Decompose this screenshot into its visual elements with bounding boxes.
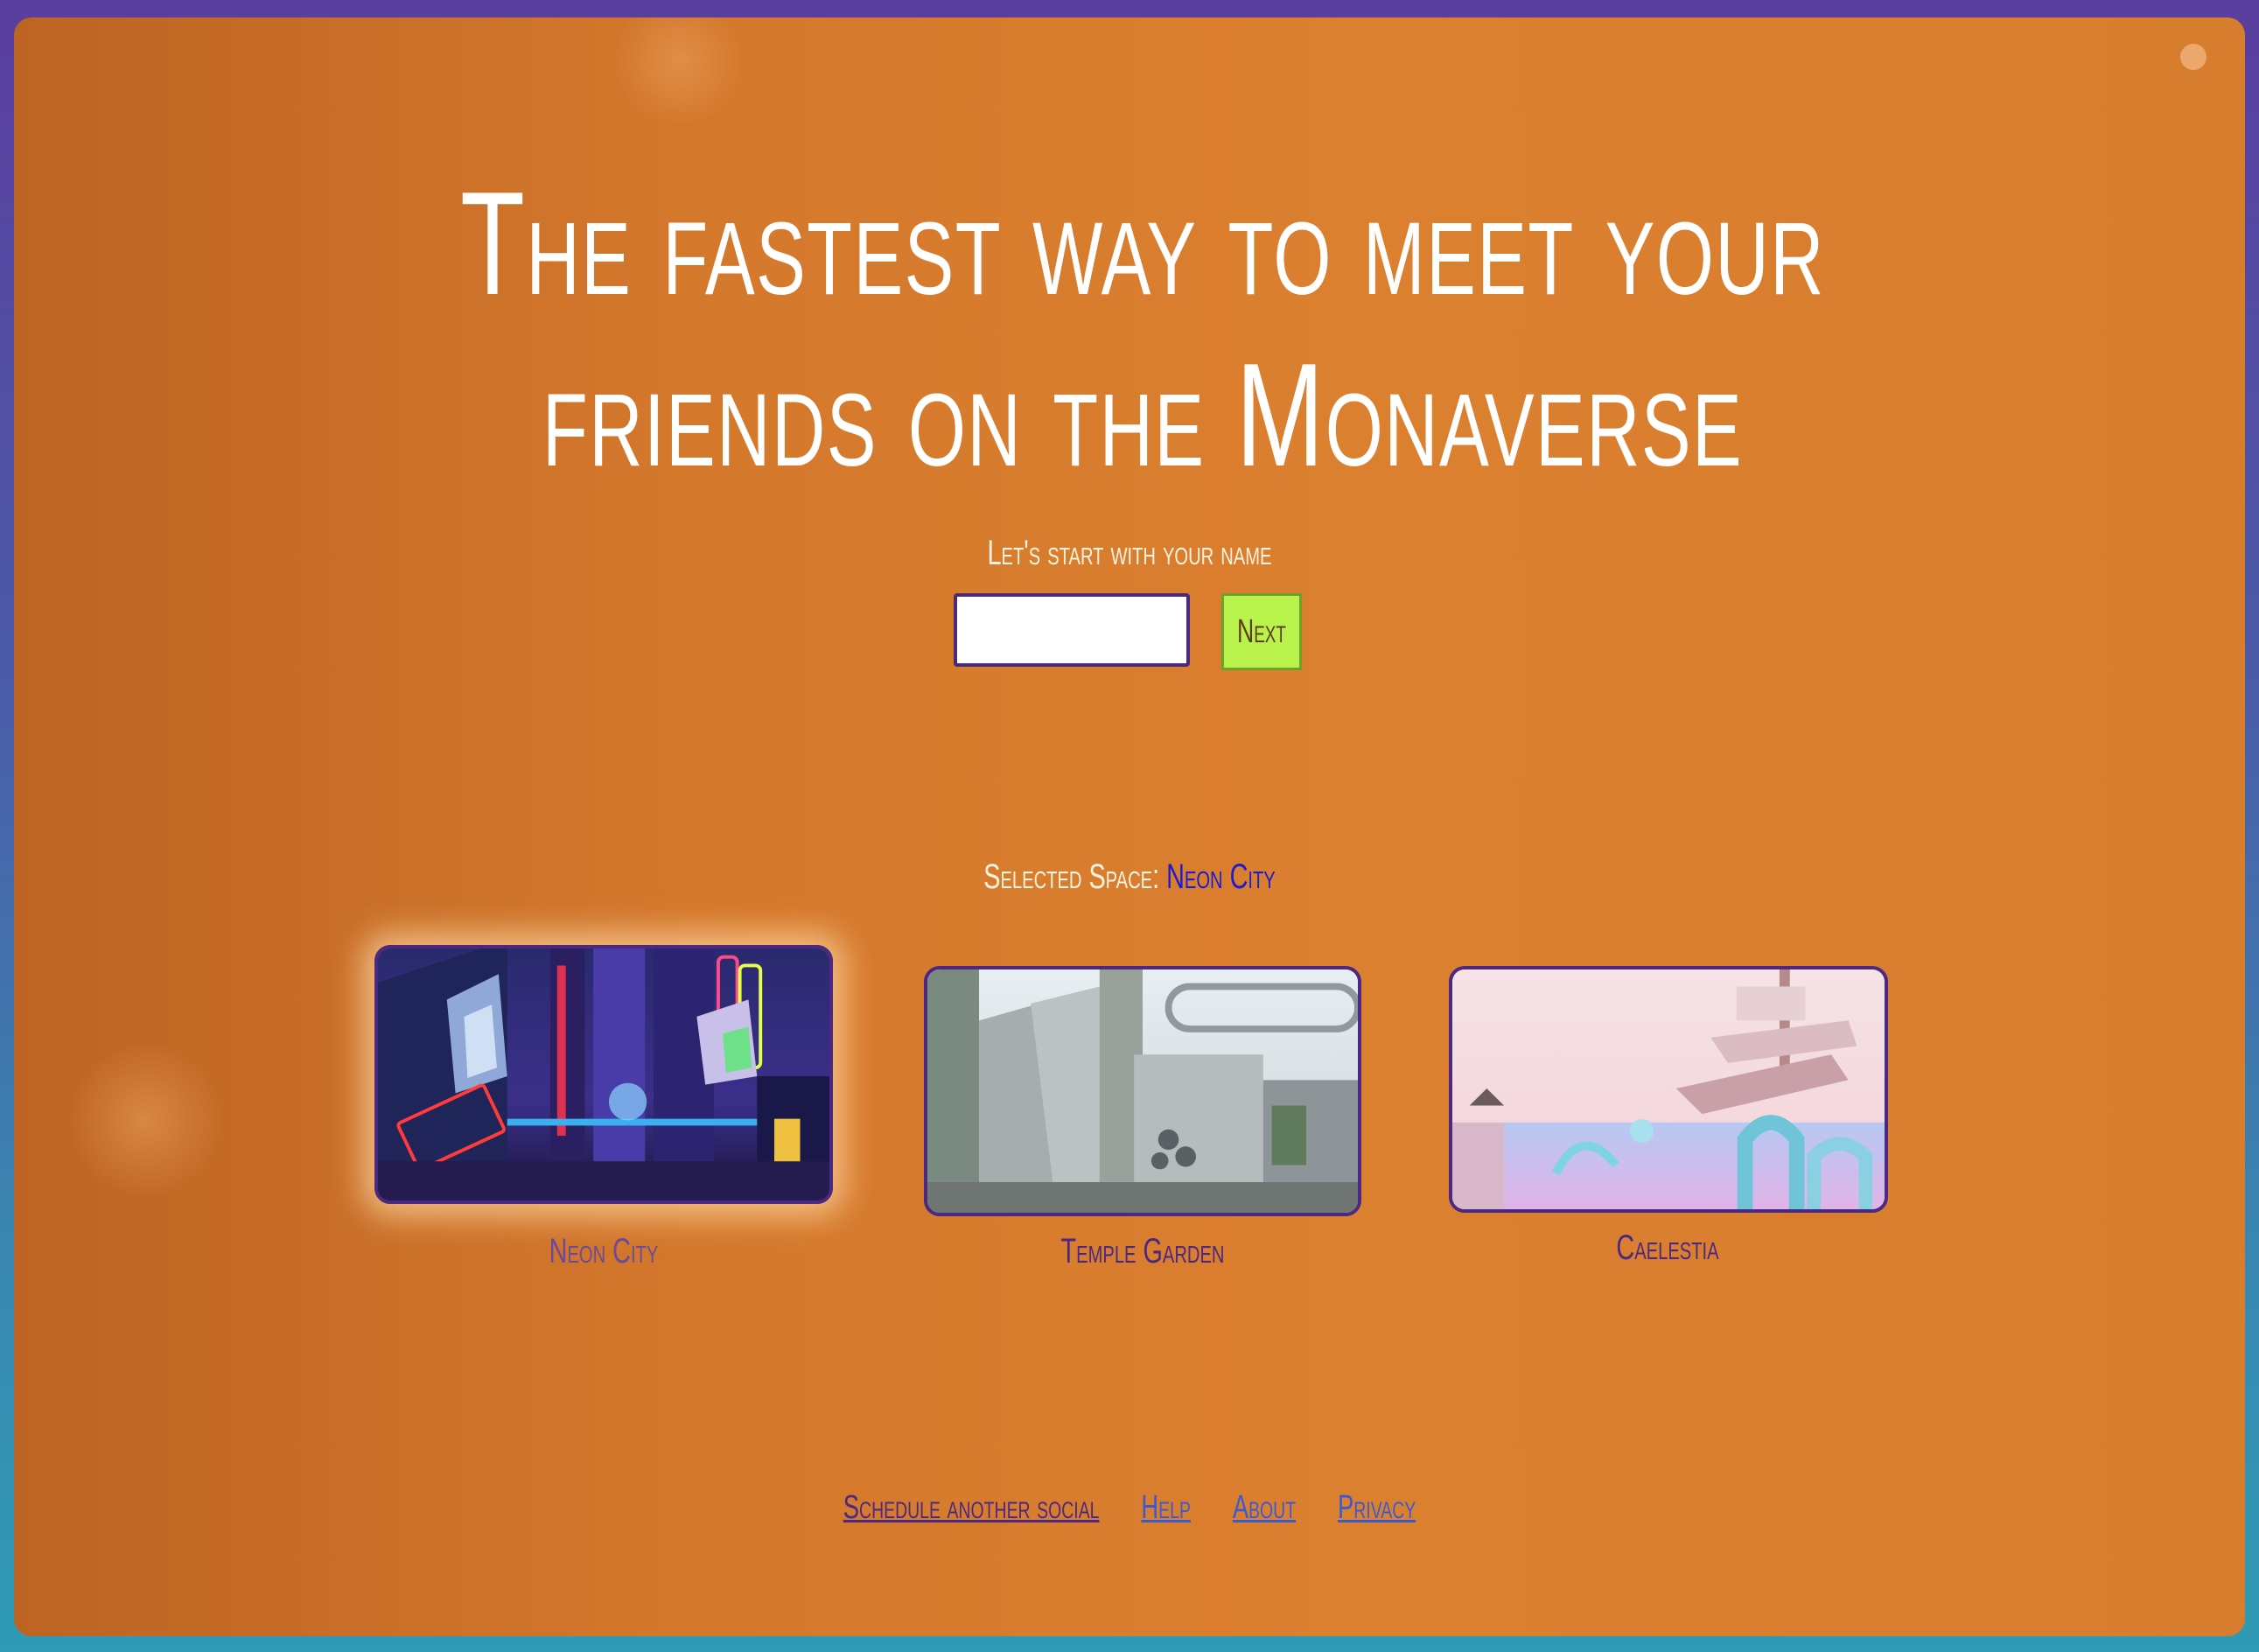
space-card-neon-city[interactable]	[374, 945, 833, 1204]
name-prompt: Let's start with your name	[987, 534, 1272, 572]
footer-links: Schedule another social Help About Priva…	[326, 1489, 1933, 1527]
caelestia-thumbnail	[1452, 970, 1885, 1209]
temple-garden-thumbnail	[927, 970, 1358, 1213]
space-card-label-caelestia: Caelestia	[1616, 1228, 1719, 1267]
page-headline: The fastest way to meet your friends on …	[460, 161, 1825, 497]
next-button[interactable]: Next	[1221, 593, 1302, 670]
selected-space-label: Selected Space:	[983, 858, 1160, 896]
space-card-label-temple-garden: Temple Garden	[1060, 1232, 1225, 1270]
space-card-label-neon-city: Neon City	[549, 1232, 659, 1270]
about-link[interactable]: About	[1233, 1489, 1296, 1526]
decorative-glow	[609, 18, 749, 122]
selected-space-value: Neon City	[1166, 858, 1276, 896]
main-panel: The fastest way to meet your friends on …	[14, 18, 2245, 1636]
schedule-social-link[interactable]: Schedule another social	[843, 1489, 1100, 1526]
space-card-temple-garden[interactable]	[924, 966, 1361, 1216]
help-link[interactable]: Help	[1141, 1489, 1191, 1526]
next-button-label: Next	[1237, 612, 1286, 650]
name-input[interactable]	[954, 593, 1190, 667]
decorative-glow	[66, 1041, 224, 1199]
neon-city-thumbnail	[378, 948, 829, 1200]
privacy-link[interactable]: Privacy	[1338, 1489, 1416, 1526]
space-card-caelestia[interactable]	[1449, 966, 1888, 1213]
decorative-dot	[2180, 44, 2207, 70]
selected-space-line: Selected Space: Neon City	[326, 858, 1933, 897]
